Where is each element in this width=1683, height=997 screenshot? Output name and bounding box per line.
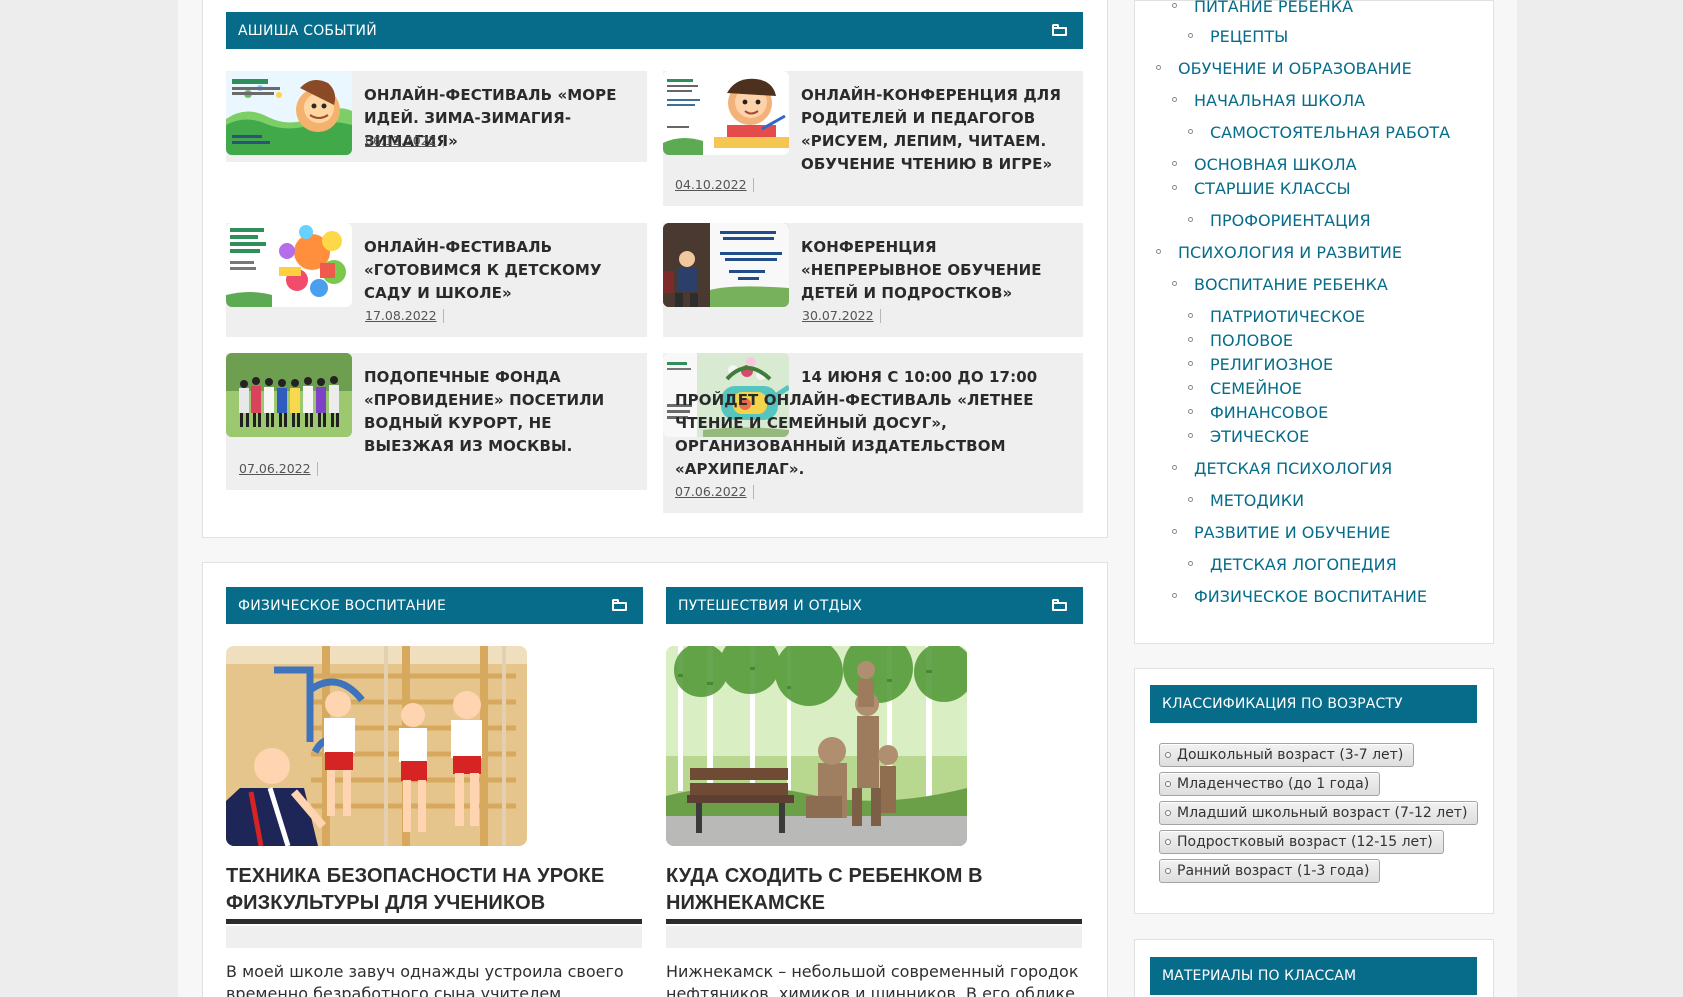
circle-outline-icon [1172,3,1177,8]
travel-section-title: ПУТЕШЕСТВИЯ И ОТДЫХ [678,597,863,614]
event-image [226,223,352,307]
travel-title-rule [666,919,1082,924]
travel-section-header[interactable]: ПУТЕШЕСТВИЯ И ОТДЫХ [666,587,1083,624]
category-item[interactable]: ФИЗИЧЕСКОЕ ВОСПИТАНИЕ [1172,587,1427,607]
physical-article-excerpt: В моей школе завуч однажды устроила свое… [226,962,624,997]
folder-open-icon[interactable] [1052,599,1067,611]
circle-outline-icon [1188,337,1193,342]
circle-outline-icon [1188,313,1193,318]
physical-section-header[interactable]: ФИЗИЧЕСКОЕ ВОСПИТАНИЕ [226,587,643,624]
event-date[interactable]: 07.06.2022 [239,461,318,476]
category-item[interactable]: ПИТАНИЕ РЕБЕНКА [1172,0,1353,17]
event-card[interactable]: 14 ИЮНЯ С 10:00 ДО 17:00 ПРОЙДЕТ ОНЛАЙН-… [663,353,1083,513]
circle-outline-icon [1188,129,1193,134]
category-item[interactable]: СЕМЕЙНОЕ [1188,379,1302,399]
category-item[interactable]: ОСНОВНАЯ ШКОЛА [1172,155,1357,175]
event-date[interactable]: 17.08.2022 [365,308,444,323]
physical-meta-strip [226,926,642,948]
circle-outline-icon [1188,497,1193,502]
event-date[interactable]: 07.06.2022 [675,484,754,499]
category-item[interactable]: НАЧАЛЬНАЯ ШКОЛА [1172,91,1365,111]
event-thumbnail[interactable] [226,71,352,155]
category-item[interactable]: ЭТИЧЕСКОЕ [1188,427,1309,447]
circle-outline-icon [1172,97,1177,102]
event-date[interactable]: 04.10.2022 [675,177,754,192]
category-item[interactable]: САМОСТОЯТЕЛЬНАЯ РАБОТА [1188,123,1450,143]
folder-open-icon[interactable] [612,599,627,611]
materials-title: МАТЕРИАЛЫ ПО КЛАССАМ [1150,957,1477,995]
category-item[interactable]: ФИНАНСОВОЕ [1188,403,1328,423]
travel-meta-strip [666,926,1082,948]
category-item[interactable]: РЕЛИГИОЗНОЕ [1188,355,1333,375]
event-card[interactable]: ПОДОПЕЧНЫЕ ФОНДА «ПРОВИДЕНИЕ» ПОСЕТИЛИ В… [226,353,647,490]
age-tag[interactable]: Младенчество (до 1 года) [1159,772,1381,796]
events-section-title: АШИША СОБЫТИЙ [238,22,377,39]
category-item[interactable]: РЕЦЕПТЫ [1188,27,1288,47]
age-tag[interactable]: Младший школьный возраст (7-12 лет) [1159,801,1479,825]
gym-image [226,646,527,846]
circle-outline-icon [1172,185,1177,190]
category-item[interactable]: ПРОФОРИЕНТАЦИЯ [1188,211,1371,231]
category-item[interactable]: ДЕТСКАЯ ПСИХОЛОГИЯ [1172,459,1392,479]
category-item[interactable]: МЕТОДИКИ [1188,491,1304,511]
event-title[interactable]: ПОДОПЕЧНЫЕ ФОНДА «ПРОВИДЕНИЕ» ПОСЕТИЛИ В… [364,366,627,458]
site: АШИША СОБЫТИЙ ОНЛАЙН-ФЕСТИВАЛЬ «МОРЕ ИДЕ… [0,0,1683,997]
event-title[interactable]: 14 ИЮНЯ С 10:00 ДО 17:00 ПРОЙДЕТ ОНЛАЙН-… [675,366,1059,481]
circle-outline-icon [1188,433,1193,438]
physical-section-title: ФИЗИЧЕСКОЕ ВОСПИТАНИЕ [238,597,447,614]
events-section-header[interactable]: АШИША СОБЫТИЙ [226,12,1083,49]
physical-title-rule [226,919,642,924]
travel-article-image[interactable] [666,646,967,846]
event-title[interactable]: ОНЛАЙН-КОНФЕРЕНЦИЯ ДЛЯ РОДИТЕЛЕЙ И ПЕДАГ… [801,84,1068,176]
event-card[interactable]: КОНФЕРЕНЦИЯ «НЕПРЕРЫВНОЕ ОБУЧЕНИЕ ДЕТЕЙ … [663,223,1083,337]
event-image [663,71,789,155]
travel-article-title[interactable]: КУДА СХОДИТЬ С РЕБЕНКОМ В НИЖНЕКАМСКЕ [666,863,1082,917]
circle-outline-icon [1156,65,1161,70]
category-item[interactable]: ПОЛОВОЕ [1188,331,1293,351]
event-card[interactable]: ОНЛАЙН-ФЕСТИВАЛЬ «ГОТОВИМСЯ К ДЕТСКОМУ С… [226,223,647,337]
folder-open-icon[interactable] [1052,24,1067,36]
event-thumbnail[interactable] [663,223,789,307]
event-date[interactable]: 30.07.2022 [802,308,881,323]
circle-outline-icon [1188,409,1193,414]
event-title[interactable]: ОНЛАЙН-ФЕСТИВАЛЬ «ГОТОВИМСЯ К ДЕТСКОМУ С… [364,236,644,305]
event-thumbnail[interactable] [663,71,789,155]
event-date[interactable]: 06.12.2022 [365,133,444,148]
circle-outline-icon [1188,361,1193,366]
circle-outline-icon [1188,385,1193,390]
event-image [663,223,789,307]
park-image [666,646,967,846]
physical-article-title[interactable]: ТЕХНИКА БЕЗОПАСНОСТИ НА УРОКЕ ФИЗКУЛЬТУР… [226,863,642,917]
event-card[interactable]: ОНЛАЙН-КОНФЕРЕНЦИЯ ДЛЯ РОДИТЕЛЕЙ И ПЕДАГ… [663,71,1083,206]
category-item[interactable]: ВОСПИТАНИЕ РЕБЕНКА [1172,275,1388,295]
event-thumbnail[interactable] [226,353,352,437]
event-thumbnail[interactable] [226,223,352,307]
circle-outline-icon [1172,161,1177,166]
circle-outline-icon [1172,465,1177,470]
age-tag[interactable]: Подростковый возраст (12-15 лет) [1159,830,1444,854]
category-item[interactable]: ПАТРИОТИЧЕСКОЕ [1188,307,1365,327]
circle-outline-icon [1156,249,1161,254]
circle-outline-icon [1188,217,1193,222]
circle-outline-icon [1188,561,1193,566]
physical-article-image[interactable] [226,646,527,846]
circle-outline-icon [1172,593,1177,598]
event-image [226,71,352,155]
category-item[interactable]: ОБУЧЕНИЕ И ОБРАЗОВАНИЕ [1156,59,1412,79]
circle-outline-icon [1188,33,1193,38]
category-item[interactable]: ПСИХОЛОГИЯ И РАЗВИТИЕ [1156,243,1402,263]
circle-outline-icon [1172,529,1177,534]
event-title[interactable]: КОНФЕРЕНЦИЯ «НЕПРЕРЫВНОЕ ОБУЧЕНИЕ ДЕТЕЙ … [801,236,1069,305]
category-item[interactable]: ДЕТСКАЯ ЛОГОПЕДИЯ [1188,555,1397,575]
travel-article-excerpt: Нижнекамск – небольшой современный город… [666,962,1079,997]
event-image [226,353,352,437]
age-tag[interactable]: Ранний возраст (1-3 года) [1159,859,1381,883]
category-item[interactable]: СТАРШИЕ КЛАССЫ [1172,179,1351,199]
circle-outline-icon [1172,281,1177,286]
age-classification-title: КЛАССИФИКАЦИЯ ПО ВОЗРАСТУ [1150,685,1477,723]
event-card[interactable]: ОНЛАЙН-ФЕСТИВАЛЬ «МОРЕ ИДЕЙ. ЗИМА-ЗИМАГИ… [226,71,647,162]
age-tag[interactable]: Дошкольный возраст (3-7 лет) [1159,743,1415,767]
category-item[interactable]: РАЗВИТИЕ И ОБУЧЕНИЕ [1172,523,1390,543]
